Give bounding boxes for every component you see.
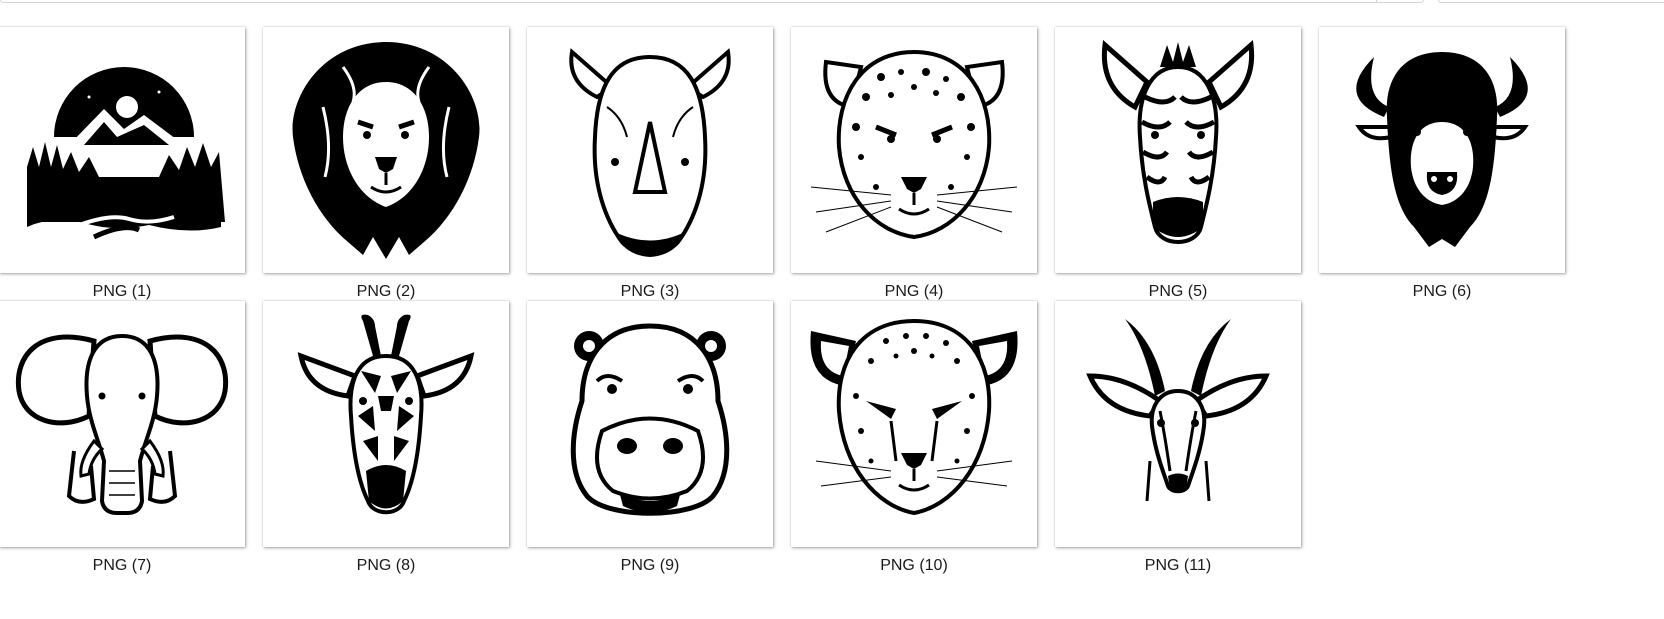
file-item[interactable]: PNG (4) bbox=[787, 27, 1049, 345]
file-name: PNG (2) bbox=[356, 283, 416, 300]
file-item[interactable]: PNG (8) bbox=[259, 301, 521, 619]
file-item[interactable]: PNG (3) bbox=[523, 27, 785, 345]
file-item[interactable]: PNG (10) bbox=[787, 301, 1049, 619]
thumbnail bbox=[263, 27, 509, 273]
file-name: PNG (9) bbox=[620, 557, 680, 574]
thumbnail bbox=[0, 301, 245, 547]
hippo-icon bbox=[570, 323, 730, 516]
file-item[interactable]: PNG (7) bbox=[0, 301, 257, 619]
thumbnail bbox=[527, 301, 773, 547]
cheetah-icon bbox=[810, 318, 1018, 516]
thumbnail bbox=[791, 27, 1037, 273]
file-name: PNG (7) bbox=[92, 557, 152, 574]
file-item[interactable]: PNG (2) bbox=[259, 27, 521, 345]
file-item[interactable]: PNG (1) bbox=[0, 27, 257, 345]
file-name: PNG (3) bbox=[620, 283, 680, 300]
file-item[interactable]: PNG (9) bbox=[523, 301, 785, 619]
file-name: PNG (8) bbox=[356, 557, 416, 574]
elephant-icon bbox=[15, 333, 229, 515]
lion-icon bbox=[292, 42, 480, 259]
file-name: PNG (5) bbox=[1148, 283, 1208, 300]
thumbnail bbox=[263, 301, 509, 547]
giraffe-icon bbox=[297, 314, 475, 515]
mountain-landscape-icon bbox=[27, 67, 225, 240]
file-name: PNG (10) bbox=[880, 557, 948, 574]
rhino-icon bbox=[569, 48, 731, 257]
toolbar bbox=[0, 0, 1664, 6]
address-dropdown-button[interactable] bbox=[1376, 0, 1423, 2]
thumbnail bbox=[1055, 301, 1301, 547]
file-item[interactable]: PNG (6) bbox=[1315, 27, 1577, 345]
search-input[interactable] bbox=[1438, 0, 1664, 3]
file-name: PNG (11) bbox=[1144, 557, 1212, 574]
thumbnail bbox=[1055, 27, 1301, 273]
file-name: PNG (4) bbox=[884, 283, 944, 300]
file-item[interactable]: PNG (11) bbox=[1051, 301, 1313, 619]
thumbnail bbox=[0, 27, 245, 273]
file-name: PNG (1) bbox=[92, 283, 152, 300]
leopard-icon bbox=[810, 49, 1018, 240]
file-item[interactable]: PNG (5) bbox=[1051, 27, 1313, 345]
thumbnail bbox=[1319, 27, 1565, 273]
zebra-icon bbox=[1101, 39, 1255, 244]
address-bar[interactable] bbox=[0, 0, 1424, 3]
file-name: PNG (6) bbox=[1412, 283, 1472, 300]
gazelle-icon bbox=[1086, 319, 1270, 502]
thumbnail bbox=[527, 27, 773, 273]
bison-icon bbox=[1355, 52, 1529, 247]
thumbnail bbox=[791, 301, 1037, 547]
